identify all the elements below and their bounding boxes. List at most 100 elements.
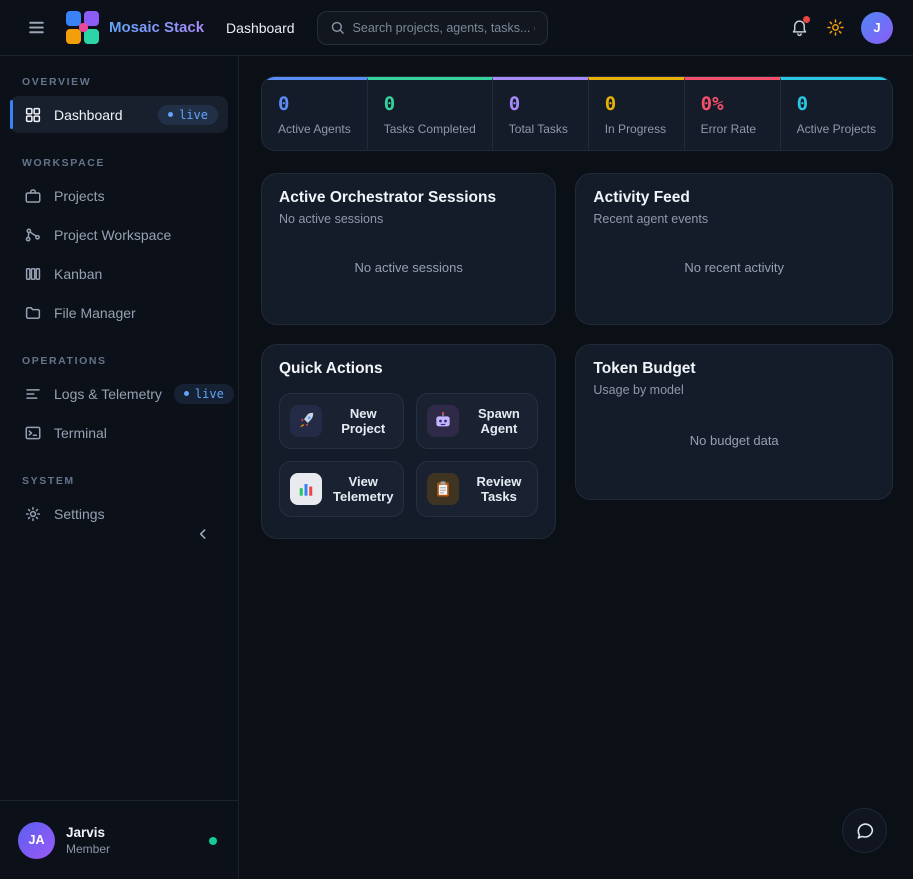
stat-label: Tasks Completed bbox=[384, 122, 476, 136]
sidebar-item-terminal[interactable]: Terminal bbox=[10, 414, 228, 451]
sidebar-item-label: Kanban bbox=[54, 266, 218, 282]
sidebar-item-project-workspace[interactable]: Project Workspace bbox=[10, 216, 228, 253]
folder-icon bbox=[24, 304, 42, 322]
card-title: Token Budget bbox=[593, 360, 875, 378]
chat-fab-button[interactable] bbox=[842, 808, 887, 853]
stat-tasks-completed: 0 Tasks Completed bbox=[367, 77, 492, 150]
sidebar-item-label: Projects bbox=[54, 188, 218, 204]
stat-value: 0 bbox=[797, 93, 876, 115]
clipboard-icon bbox=[427, 473, 459, 505]
kanban-icon bbox=[24, 265, 42, 283]
sidebar-item-label: Settings bbox=[54, 506, 218, 522]
card-title: Quick Actions bbox=[279, 360, 538, 378]
nodes-icon bbox=[24, 226, 42, 244]
new-project-button[interactable]: New Project bbox=[279, 393, 404, 449]
action-label: New Project bbox=[333, 406, 393, 436]
stat-value: 0 bbox=[509, 93, 572, 115]
sidebar-item-label: File Manager bbox=[54, 305, 218, 321]
terminal-icon bbox=[24, 424, 42, 442]
stat-value: 0 bbox=[278, 93, 351, 115]
app-window: Mosaic Stack Dashboard J bbox=[0, 0, 913, 879]
action-label: Review Tasks bbox=[470, 474, 527, 504]
hamburger-menu-button[interactable] bbox=[18, 10, 54, 46]
activity-feed-card: Activity Feed Recent agent events No rec… bbox=[575, 173, 893, 325]
section-heading-system: SYSTEM bbox=[10, 469, 228, 495]
card-title: Active Orchestrator Sessions bbox=[279, 189, 538, 207]
sidebar-nav: OVERVIEW Dashboard live WORKSPACE Projec… bbox=[0, 56, 238, 800]
gear-icon bbox=[24, 505, 42, 523]
stats-row: 0 Active Agents 0 Tasks Completed 0 Tota… bbox=[261, 76, 893, 151]
card-title: Activity Feed bbox=[593, 189, 875, 207]
user-name: Jarvis bbox=[66, 825, 110, 840]
sidebar-item-label: Logs & Telemetry bbox=[54, 386, 162, 402]
grid-icon bbox=[24, 106, 42, 124]
action-label: Spawn Agent bbox=[470, 406, 527, 436]
brand-logo[interactable]: Mosaic Stack bbox=[66, 11, 204, 45]
token-budget-card: Token Budget Usage by model No budget da… bbox=[575, 344, 893, 500]
spawn-agent-button[interactable]: Spawn Agent bbox=[416, 393, 538, 449]
section-heading-operations: OPERATIONS bbox=[10, 349, 228, 375]
sidebar-item-label: Terminal bbox=[54, 425, 218, 441]
notifications-button[interactable] bbox=[781, 10, 817, 46]
sidebar-collapse-button[interactable] bbox=[190, 521, 216, 547]
live-badge: live bbox=[158, 105, 218, 125]
sidebar-item-kanban[interactable]: Kanban bbox=[10, 255, 228, 292]
chart-icon bbox=[290, 473, 322, 505]
hamburger-icon bbox=[27, 18, 46, 37]
stat-value: 0% bbox=[701, 93, 764, 115]
card-subtitle: Usage by model bbox=[593, 383, 875, 397]
sidebar-item-label: Dashboard bbox=[54, 107, 146, 123]
action-label: View Telemetry bbox=[333, 474, 393, 504]
briefcase-icon bbox=[24, 187, 42, 205]
stat-active-agents: 0 Active Agents bbox=[262, 77, 367, 150]
section-heading-overview: OVERVIEW bbox=[10, 70, 228, 96]
avatar-initial: J bbox=[873, 20, 880, 35]
sidebar-item-logs-telemetry[interactable]: Logs & Telemetry live bbox=[10, 375, 228, 412]
theme-toggle-button[interactable] bbox=[817, 10, 853, 46]
stat-in-progress: 0 In Progress bbox=[588, 77, 684, 150]
rocket-icon bbox=[290, 405, 322, 437]
main-content: 0 Active Agents 0 Tasks Completed 0 Tota… bbox=[239, 56, 913, 879]
stat-label: In Progress bbox=[605, 122, 668, 136]
review-tasks-button[interactable]: Review Tasks bbox=[416, 461, 538, 517]
global-search[interactable] bbox=[317, 11, 548, 45]
card-subtitle: Recent agent events bbox=[593, 212, 875, 226]
empty-state-text: No recent activity bbox=[593, 226, 875, 309]
chevron-left-icon bbox=[195, 526, 211, 542]
brand-name: Mosaic Stack bbox=[109, 19, 204, 36]
logs-icon bbox=[24, 385, 42, 403]
sidebar-item-label: Project Workspace bbox=[54, 227, 218, 243]
stat-value: 0 bbox=[384, 93, 476, 115]
stat-active-projects: 0 Active Projects bbox=[780, 77, 892, 150]
sidebar-user-card[interactable]: JA Jarvis Member bbox=[0, 800, 238, 879]
sidebar-item-file-manager[interactable]: File Manager bbox=[10, 294, 228, 331]
sidebar-item-dashboard[interactable]: Dashboard live bbox=[10, 96, 228, 133]
user-role: Member bbox=[66, 842, 110, 856]
robot-icon bbox=[427, 405, 459, 437]
orchestrator-sessions-card: Active Orchestrator Sessions No active s… bbox=[261, 173, 556, 325]
chat-bubble-icon bbox=[854, 820, 875, 841]
sidebar: OVERVIEW Dashboard live WORKSPACE Projec… bbox=[0, 56, 239, 879]
stat-value: 0 bbox=[605, 93, 668, 115]
search-input[interactable] bbox=[353, 21, 535, 35]
mosaic-logo-icon bbox=[66, 11, 100, 45]
view-telemetry-button[interactable]: View Telemetry bbox=[279, 461, 404, 517]
stat-error-rate: 0% Error Rate bbox=[684, 77, 780, 150]
avatar-initials: JA bbox=[29, 833, 45, 847]
stat-label: Active Projects bbox=[797, 122, 876, 136]
stat-total-tasks: 0 Total Tasks bbox=[492, 77, 588, 150]
topbar: Mosaic Stack Dashboard J bbox=[0, 0, 913, 56]
stat-label: Active Agents bbox=[278, 122, 351, 136]
notification-dot bbox=[803, 16, 810, 23]
page-title: Dashboard bbox=[226, 20, 295, 36]
live-badge: live bbox=[174, 384, 234, 404]
empty-state-text: No active sessions bbox=[279, 226, 538, 309]
search-icon bbox=[330, 20, 345, 35]
empty-state-text: No budget data bbox=[593, 397, 875, 484]
card-subtitle: No active sessions bbox=[279, 212, 538, 226]
user-avatar[interactable]: J bbox=[861, 12, 893, 44]
section-heading-workspace: WORKSPACE bbox=[10, 151, 228, 177]
user-avatar-large: JA bbox=[18, 822, 55, 859]
online-status-dot bbox=[209, 837, 217, 845]
sidebar-item-projects[interactable]: Projects bbox=[10, 177, 228, 214]
